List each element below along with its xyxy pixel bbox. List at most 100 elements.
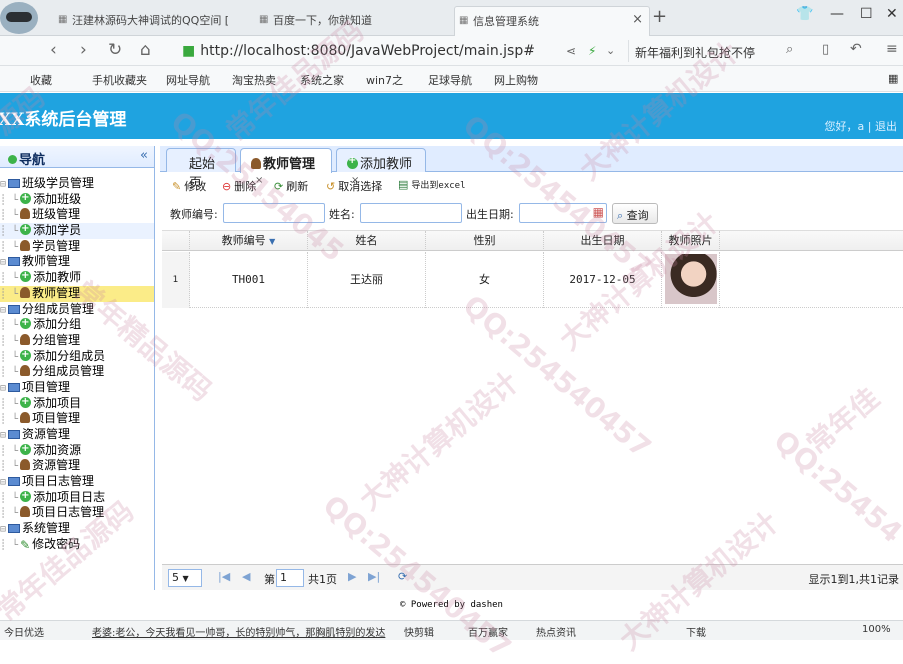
page-size-value: 5 — [172, 571, 179, 584]
bookmark-item[interactable]: 手机收藏夹 — [92, 72, 147, 88]
menu-icon[interactable]: ≡ — [886, 41, 898, 57]
tree-line: ┊ └ — [0, 210, 19, 222]
bookmark-item[interactable]: 系统之家 — [300, 72, 344, 88]
unselect-button[interactable]: ↺ 取消选择 — [326, 178, 382, 194]
phone-icon[interactable]: ▯ — [822, 42, 829, 57]
person-icon — [20, 412, 31, 424]
tree-line: ┊ └ — [0, 445, 19, 457]
tab-favicon-icon: ▦ — [58, 14, 68, 25]
home-icon[interactable]: ⌂ — [140, 40, 151, 60]
nav-tree-node[interactable]: ┊ └ 学员管理 — [0, 239, 154, 255]
browser-tab-active[interactable]: ▦ 信息管理系统 × — [454, 6, 650, 36]
status-news[interactable]: 老婆:老公，今天我看见一帅哥，长的特别帅气，那胸肌特别的发达 — [92, 624, 385, 639]
tab-label: 教师管理 — [263, 157, 316, 172]
status-item[interactable]: 百万赢家 — [468, 624, 508, 639]
forward-icon[interactable]: › — [80, 40, 87, 60]
tab-teacher-management[interactable]: 教师管理× — [240, 148, 332, 186]
back-icon[interactable]: ‹ — [50, 40, 57, 60]
gender-cell: 女 — [426, 252, 544, 308]
close-window-icon[interactable]: ✕ — [886, 6, 898, 22]
column-header[interactable]: 教师编号 ▼ — [190, 231, 308, 251]
nav-tree-node[interactable]: ┊ └ 项目管理 — [0, 411, 154, 427]
column-header[interactable]: 出生日期 — [544, 231, 662, 251]
table-row[interactable]: 1 TH001 王达丽 女 2017-12-05 — [162, 252, 903, 308]
bookmark-item[interactable]: 淘宝热卖 — [232, 72, 276, 88]
bookmark-item[interactable]: 足球导航 — [428, 72, 472, 88]
nav-tree-node[interactable]: ┊ └ 添加资源 — [0, 441, 154, 459]
zoom-level[interactable]: 100% — [862, 624, 891, 635]
browser-tab-1[interactable]: ▦ 汪建林源码大神调试的QQ空间 [ — [54, 6, 246, 36]
tab-label: 添加教师 — [360, 157, 413, 172]
browser-tab-label: 百度一下，你就知道 — [273, 14, 372, 27]
tab-add-teacher[interactable]: 添加教师× — [336, 148, 426, 186]
tree-line: ┊ └ — [0, 367, 19, 379]
nav-tree-node[interactable]: ┊ └ 添加分组 — [0, 315, 154, 333]
refresh-icon[interactable]: ⟳ — [398, 570, 407, 583]
bookmark-item[interactable]: 网址导航 — [166, 72, 210, 88]
nav-tree-node[interactable]: ┊ └ 资源管理 — [0, 458, 154, 474]
collapse-icon[interactable]: « — [140, 148, 148, 163]
delete-button[interactable]: ⊖ 删除 — [222, 178, 256, 194]
user-info[interactable]: 您好，a | 退出 — [825, 118, 897, 134]
birth-date-input[interactable]: ▦ — [519, 203, 607, 223]
bookmark-item[interactable]: 网上购物 — [494, 72, 538, 88]
query-button[interactable]: ⌕ 查询 — [612, 203, 658, 224]
pager-summary: 显示1到1,共1记录 — [808, 573, 900, 586]
chevron-down-icon[interactable]: ⌄ — [606, 44, 615, 57]
nav-tree-node[interactable]: ┊ └ ✎ 修改密码 — [0, 537, 154, 553]
share-icon[interactable]: ⋖ — [566, 44, 576, 58]
bolt-icon[interactable]: ⚡ — [588, 44, 596, 58]
column-header[interactable]: 姓名 — [308, 231, 426, 251]
first-page-icon[interactable]: |◀ — [218, 570, 230, 583]
nav-tree-node[interactable]: ┊ └ 教师管理 — [0, 285, 154, 302]
teacher-no-input[interactable] — [223, 203, 325, 223]
tree-line: ┊ └ — [0, 226, 19, 238]
nav-tree-node[interactable]: ┊ └ 添加分组成员 — [0, 347, 154, 365]
name-input[interactable] — [360, 203, 462, 223]
prev-page-icon[interactable]: ◀ — [242, 570, 250, 583]
refresh-icon: ⟳ — [274, 180, 284, 193]
nav-tree-node[interactable]: ┊ └ 添加班级 — [0, 190, 154, 208]
reload-icon[interactable]: ↻ — [108, 40, 122, 60]
undo-icon[interactable]: ↶ — [850, 41, 862, 57]
nav-tree-node[interactable]: ┊ └ 项目日志管理 — [0, 505, 154, 521]
url-field[interactable]: ■ http://localhost:8080/JavaWebProject/ma… — [172, 40, 552, 62]
last-page-icon[interactable]: ▶| — [368, 570, 380, 583]
refresh-button[interactable]: ⟳ 刷新 — [274, 178, 308, 194]
plus-icon — [20, 315, 32, 331]
bookmark-item[interactable]: win7之 — [366, 72, 403, 88]
tab-home[interactable]: 起始页 — [166, 148, 236, 191]
status-item[interactable]: 下载 — [686, 624, 706, 639]
page-size-select[interactable]: 5 ▼ — [168, 569, 202, 587]
close-tab-icon[interactable]: × — [632, 12, 643, 27]
nav-tree-node[interactable]: ┊ └ 分组成员管理 — [0, 364, 154, 380]
search-field[interactable]: 新年福利到礼包抢不停 — [628, 40, 808, 62]
minimize-icon[interactable]: — — [830, 6, 844, 22]
new-tab-icon[interactable]: + — [652, 6, 667, 27]
skin-icon[interactable]: 👕 — [796, 6, 813, 22]
status-item[interactable]: 今日优选 — [4, 624, 44, 639]
column-header[interactable]: 教师照片 — [662, 231, 720, 251]
maximize-icon[interactable]: ☐ — [860, 6, 873, 22]
search-icon[interactable]: ⌕ — [786, 42, 793, 57]
browser-tab-bar: ▦ 汪建林源码大神调试的QQ空间 [ ▦ 百度一下，你就知道 ▦ 信息管理系统 … — [0, 0, 903, 36]
browser-tab-2[interactable]: ▦ 百度一下，你就知道 — [255, 6, 445, 36]
edit-button[interactable]: ✎ 修改 — [172, 178, 206, 194]
page-number-input[interactable]: 1 — [276, 569, 304, 587]
teacher-photo[interactable] — [665, 254, 717, 304]
column-header[interactable]: 性别 — [426, 231, 544, 251]
status-item[interactable]: 快剪辑 — [404, 624, 434, 639]
export-excel-button[interactable]: ▤ 导出到excel — [398, 178, 466, 191]
nav-tree-node[interactable]: ┊ └ 添加项目日志 — [0, 488, 154, 506]
apps-grid-icon[interactable]: ▦ — [888, 72, 898, 85]
nav-tree-node[interactable]: ┊ └ 添加教师 — [0, 268, 154, 286]
next-page-icon[interactable]: ▶ — [348, 570, 356, 583]
nav-tree-node[interactable]: ⊟ 系统管理 — [0, 521, 154, 537]
nav-tree-node[interactable]: ┊ └ 添加学员 — [0, 221, 154, 239]
status-item[interactable]: 热点资讯 — [536, 624, 576, 639]
nav-tree-label: 班级学员管理 — [22, 176, 95, 190]
nav-tree-node[interactable]: ┊ └ 添加项目 — [0, 394, 154, 412]
calendar-icon[interactable]: ▦ — [593, 205, 604, 219]
bookmark-item[interactable]: 收藏 — [30, 72, 52, 88]
plus-icon — [20, 347, 32, 362]
